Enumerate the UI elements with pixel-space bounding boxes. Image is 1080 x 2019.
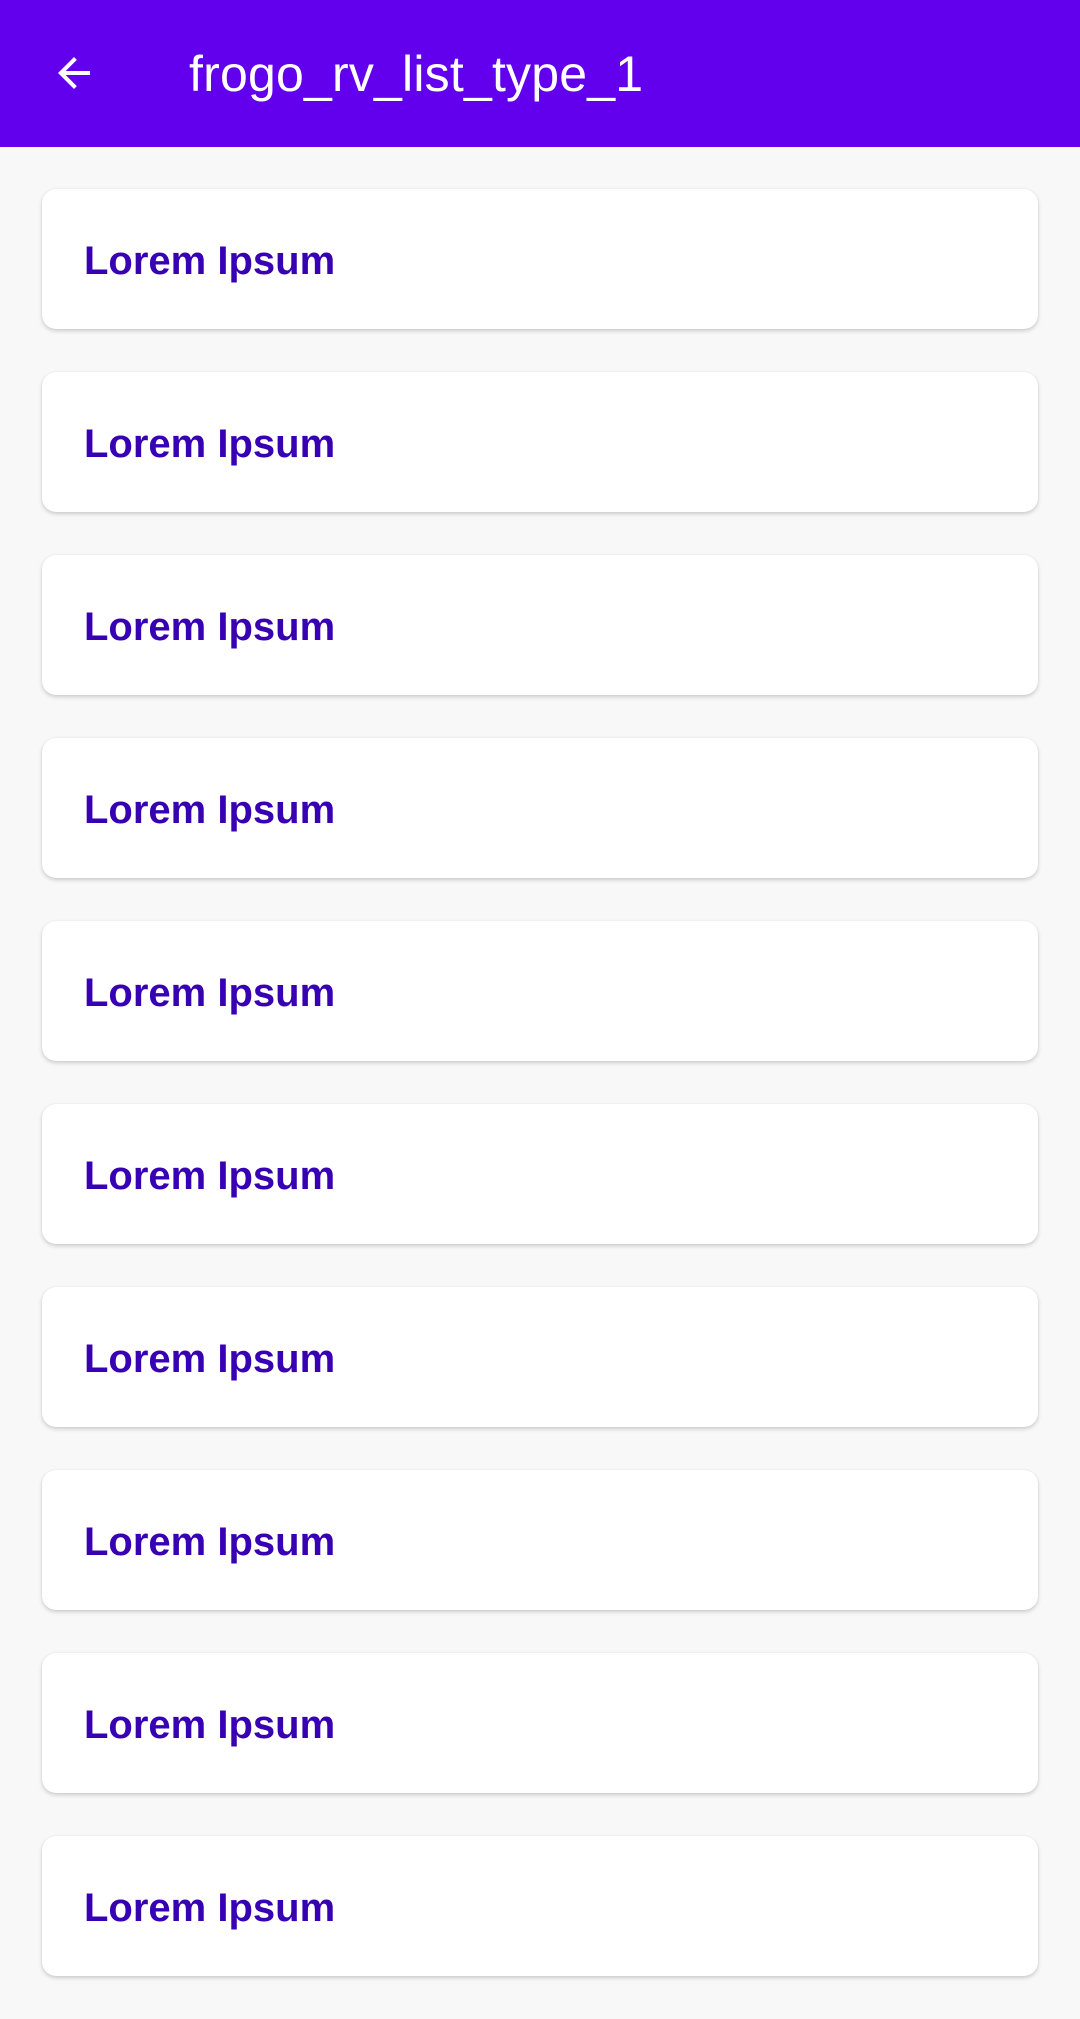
- list-item[interactable]: Lorem Ipsum: [42, 372, 1038, 512]
- page-title: frogo_rv_list_type_1: [189, 45, 644, 102]
- list-item[interactable]: Lorem Ipsum: [42, 1104, 1038, 1244]
- list-item-label: Lorem Ipsum: [84, 1703, 336, 1747]
- list-item[interactable]: Lorem Ipsum: [42, 921, 1038, 1061]
- list-item-label: Lorem Ipsum: [84, 788, 336, 832]
- back-button[interactable]: [41, 40, 107, 106]
- list-item-label: Lorem Ipsum: [84, 1886, 336, 1930]
- arrow-back-icon: [58, 57, 90, 89]
- list-item-label: Lorem Ipsum: [84, 1154, 336, 1198]
- list-item[interactable]: Lorem Ipsum: [42, 555, 1038, 695]
- list-item-label: Lorem Ipsum: [84, 971, 336, 1015]
- list-item[interactable]: Lorem Ipsum: [42, 189, 1038, 329]
- app-bar: frogo_rv_list_type_1: [0, 0, 1080, 147]
- list-item-label: Lorem Ipsum: [84, 605, 336, 649]
- list-item-label: Lorem Ipsum: [84, 1337, 336, 1381]
- list-item-label: Lorem Ipsum: [84, 422, 336, 466]
- list-item[interactable]: Lorem Ipsum: [42, 738, 1038, 878]
- list-item[interactable]: Lorem Ipsum: [42, 1287, 1038, 1427]
- list-item[interactable]: Lorem Ipsum: [42, 1653, 1038, 1793]
- list-item[interactable]: Lorem Ipsum: [42, 1470, 1038, 1610]
- list-item-label: Lorem Ipsum: [84, 1520, 336, 1564]
- list-item-label: Lorem Ipsum: [84, 239, 336, 283]
- item-list: Lorem Ipsum Lorem Ipsum Lorem Ipsum Lore…: [42, 189, 1038, 2019]
- list-item[interactable]: Lorem Ipsum: [42, 1836, 1038, 1976]
